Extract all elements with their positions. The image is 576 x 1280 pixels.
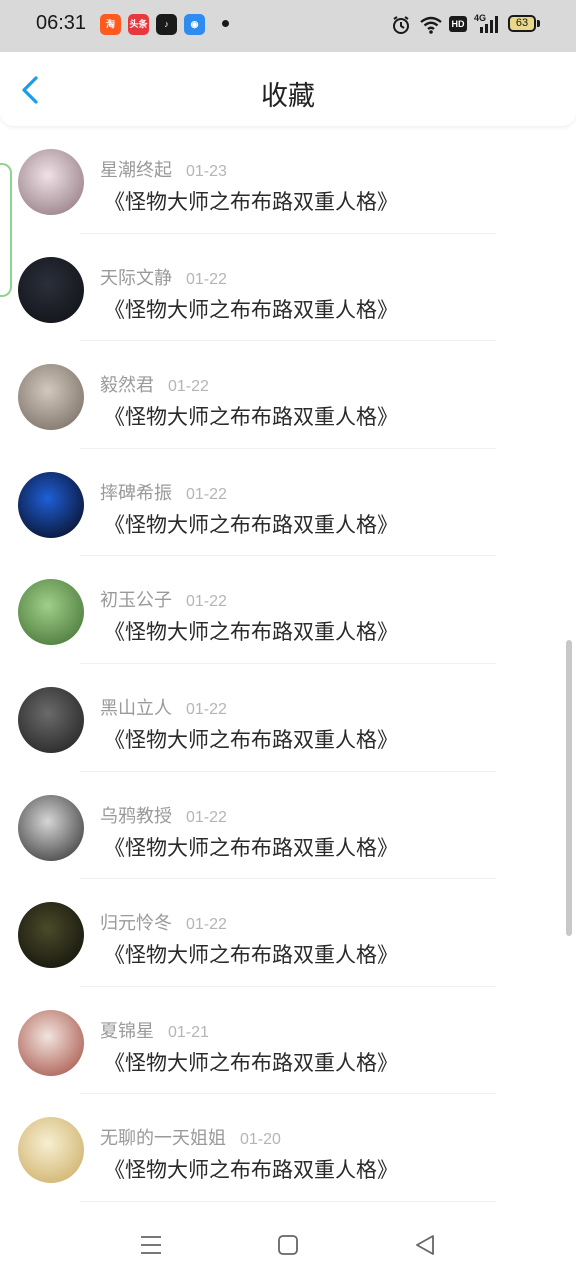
user-name: 天际文静 bbox=[100, 267, 172, 289]
item-meta: 摔碑希振 01-22 bbox=[100, 479, 227, 505]
avatar[interactable] bbox=[18, 794, 84, 861]
page-title: 收藏 bbox=[261, 81, 315, 112]
item-title[interactable]: 《怪物大师之布布路双重人格》 bbox=[104, 724, 398, 754]
item-title[interactable]: 《怪物大师之布布路双重人格》 bbox=[104, 1047, 398, 1077]
list-item[interactable]: 无聊的一天姐姐 01-20 《怪物大师之布布路双重人格》 bbox=[0, 1094, 576, 1202]
item-title[interactable]: 《怪物大师之布布路双重人格》 bbox=[104, 939, 398, 969]
item-date: 01-22 bbox=[186, 808, 227, 826]
avatar[interactable] bbox=[18, 256, 84, 323]
item-date: 01-22 bbox=[186, 700, 227, 718]
divider bbox=[80, 1200, 496, 1202]
item-meta: 黑山立人 01-22 bbox=[100, 694, 227, 720]
list-item[interactable]: 摔碑希振 01-22 《怪物大师之布布路双重人格》 bbox=[0, 449, 576, 557]
alarm-icon bbox=[393, 16, 409, 34]
home-icon[interactable] bbox=[275, 1232, 301, 1258]
item-date: 01-22 bbox=[186, 593, 227, 611]
list-item[interactable]: 乌鸦教授 01-22 《怪物大师之布布路双重人格》 bbox=[0, 772, 576, 880]
item-date: 01-22 bbox=[186, 270, 227, 288]
avatar[interactable] bbox=[18, 1009, 84, 1076]
item-date: 01-22 bbox=[186, 916, 227, 934]
user-name: 毅然君 bbox=[100, 375, 154, 397]
item-meta: 乌鸦教授 01-22 bbox=[100, 802, 227, 828]
item-date: 01-20 bbox=[240, 1131, 281, 1149]
avatar[interactable] bbox=[18, 149, 84, 215]
back-triangle-icon[interactable] bbox=[412, 1232, 438, 1258]
browser-app-icon: ◉ bbox=[184, 14, 205, 35]
item-title[interactable]: 《怪物大师之布布路双重人格》 bbox=[104, 616, 398, 646]
favorites-list: 星潮终起 01-23 《怪物大师之布布路双重人格》 天际文静 01-22 《怪物大师之布布… bbox=[0, 126, 576, 1202]
battery-indicator: 63 bbox=[508, 15, 536, 32]
taobao-app-icon: 淘 bbox=[100, 14, 121, 35]
user-name: 夏锦星 bbox=[100, 1020, 154, 1042]
scrollbar[interactable] bbox=[566, 640, 572, 936]
item-date: 01-21 bbox=[168, 1023, 209, 1041]
list-item[interactable]: 天际文静 01-22 《怪物大师之布布路双重人格》 bbox=[0, 234, 576, 342]
item-title[interactable]: 《怪物大师之布布路双重人格》 bbox=[104, 186, 398, 216]
signal-icon bbox=[480, 16, 498, 33]
user-name: 星潮终起 bbox=[100, 160, 172, 181]
item-meta: 夏锦星 01-21 bbox=[100, 1017, 209, 1043]
hd-badge: HD bbox=[449, 16, 467, 32]
menu-icon[interactable] bbox=[138, 1232, 164, 1258]
user-name: 无聊的一天姐姐 bbox=[100, 1128, 226, 1150]
avatar[interactable] bbox=[18, 686, 84, 753]
avatar[interactable] bbox=[18, 1117, 84, 1184]
item-meta: 归元怜冬 01-22 bbox=[100, 909, 227, 935]
list-item[interactable]: 初玉公子 01-22 《怪物大师之布布路双重人格》 bbox=[0, 556, 576, 664]
item-title[interactable]: 《怪物大师之布布路双重人格》 bbox=[104, 832, 398, 862]
status-time: 06:31 bbox=[36, 12, 87, 34]
item-meta: 星潮终起 01-23 bbox=[100, 156, 227, 182]
douyin-app-icon: ♪ bbox=[156, 14, 177, 35]
user-name: 初玉公子 bbox=[100, 590, 172, 612]
list-item[interactable]: 黑山立人 01-22 《怪物大师之布布路双重人格》 bbox=[0, 664, 576, 772]
avatar[interactable] bbox=[18, 579, 84, 646]
list-item[interactable]: 毅然君 01-22 《怪物大师之布布路双重人格》 bbox=[0, 341, 576, 449]
item-date: 01-22 bbox=[186, 485, 227, 503]
user-name: 黑山立人 bbox=[100, 697, 172, 719]
status-bar: 06:31 淘头条 ♪ ◉ HD 4G 63 bbox=[0, 0, 576, 52]
user-name: 乌鸦教授 bbox=[100, 805, 172, 827]
floating-side-tab[interactable] bbox=[0, 163, 12, 297]
avatar[interactable] bbox=[18, 364, 84, 431]
user-name: 摔碑希振 bbox=[100, 482, 172, 504]
more-notifications-dot bbox=[222, 20, 229, 27]
item-title[interactable]: 《怪物大师之布布路双重人格》 bbox=[104, 401, 398, 431]
toutiao-app-icon: 头条 bbox=[128, 14, 149, 35]
battery-nub bbox=[537, 20, 540, 27]
item-meta: 无聊的一天姐姐 01-20 bbox=[100, 1124, 281, 1150]
header-bar: 收藏 bbox=[0, 52, 576, 126]
system-nav-bar bbox=[0, 1210, 576, 1280]
list-item[interactable]: 夏锦星 01-21 《怪物大师之布布路双重人格》 bbox=[0, 987, 576, 1095]
list-item[interactable]: 星潮终起 01-23 《怪物大师之布布路双重人格》 bbox=[0, 126, 576, 234]
item-meta: 毅然君 01-22 bbox=[100, 371, 209, 397]
item-title[interactable]: 《怪物大师之布布路双重人格》 bbox=[104, 1154, 398, 1184]
item-date: 01-22 bbox=[168, 378, 209, 396]
item-title[interactable]: 《怪物大师之布布路双重人格》 bbox=[104, 294, 398, 324]
wifi-icon bbox=[420, 16, 442, 34]
list-item[interactable]: 归元怜冬 01-22 《怪物大师之布布路双重人格》 bbox=[0, 879, 576, 987]
avatar[interactable] bbox=[18, 902, 84, 969]
item-title[interactable]: 《怪物大师之布布路双重人格》 bbox=[104, 509, 398, 539]
avatar[interactable] bbox=[18, 471, 84, 538]
item-meta: 初玉公子 01-22 bbox=[100, 586, 227, 612]
item-date: 01-23 bbox=[186, 163, 227, 180]
user-name: 归元怜冬 bbox=[100, 913, 172, 935]
item-meta: 天际文静 01-22 bbox=[100, 264, 227, 290]
